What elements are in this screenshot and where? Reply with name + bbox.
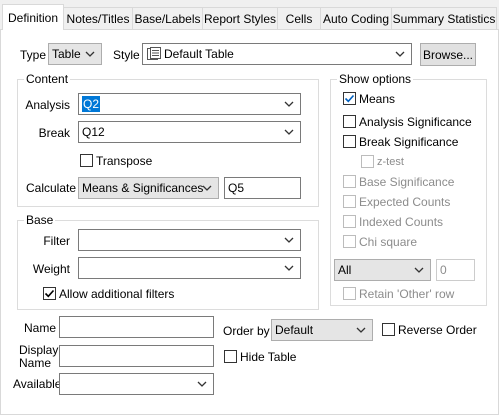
tab-label: Auto Coding (322, 11, 390, 26)
analysis-significance-checkbox[interactable] (343, 115, 356, 128)
style-label: Style (113, 48, 140, 62)
expected-counts-label: Expected Counts (359, 195, 451, 209)
show-options-title: Show options (337, 72, 414, 86)
base-significance-checkbox[interactable] (343, 175, 356, 188)
reverse-order-label: Reverse Order (398, 323, 477, 337)
type-label: Type (20, 48, 47, 62)
chevron-down-icon (395, 51, 405, 57)
reverse-order-checkbox[interactable] (382, 323, 395, 336)
hide-table-label: Hide Table (240, 350, 297, 364)
ztest-checkbox[interactable] (361, 155, 374, 168)
calculate-value: Means & Significances (82, 181, 204, 195)
order-by-value: Default (275, 323, 314, 337)
tab-report-styles[interactable]: Report Styles (202, 7, 278, 29)
allow-filters-label: Allow additional filters (59, 287, 175, 301)
means-checkbox[interactable] (343, 92, 356, 105)
tab-base-labels[interactable]: Base/Labels (132, 7, 203, 29)
filter-select[interactable] (78, 229, 301, 251)
calculate-select[interactable]: Means & Significances (78, 177, 219, 199)
chi-square-checkbox[interactable] (343, 235, 356, 248)
transpose-checkbox[interactable] (80, 154, 93, 167)
tab-auto-coding[interactable]: Auto Coding (320, 7, 392, 29)
analysis-significance-label: Analysis Significance (359, 115, 472, 129)
weight-select[interactable] (78, 257, 301, 279)
browse-button[interactable]: Browse... (420, 43, 476, 66)
tab-label: Base/Labels (134, 11, 201, 26)
all-value: All (338, 263, 352, 277)
chevron-down-icon (284, 101, 294, 107)
order-by-label: Order by (223, 324, 270, 338)
break-significance-checkbox[interactable] (343, 135, 356, 148)
tab-definition[interactable]: Definition (2, 4, 64, 30)
retain-other-checkbox[interactable] (343, 287, 356, 300)
tab-strip: Definition Notes/Titles Base/Labels Repo… (0, 0, 499, 30)
available-select[interactable] (59, 373, 214, 395)
table-style-icon (147, 47, 161, 60)
name-label: Name (24, 321, 57, 335)
break-select[interactable]: Q12 (78, 121, 301, 143)
checkmark-icon (44, 289, 55, 298)
tab-label: Report Styles (203, 11, 277, 26)
tab-summary-statistics[interactable]: Summary Statistics (391, 7, 497, 29)
chevron-down-icon (85, 51, 95, 57)
chi-square-label: Chi square (359, 235, 418, 249)
means-label: Means (359, 92, 396, 106)
content-group-title: Content (24, 72, 71, 86)
analysis-label: Analysis (25, 98, 70, 112)
base-significance-label: Base Significance (359, 175, 455, 189)
break-significance-label: Break Significance (359, 135, 459, 149)
count-input[interactable]: 0 (436, 259, 475, 281)
calculate-variable-input[interactable]: Q5 (224, 177, 301, 199)
break-label: Break (38, 126, 70, 140)
calculate-label: Calculate (26, 181, 77, 195)
available-label: Available (13, 377, 62, 391)
tab-label: Definition (7, 10, 59, 25)
chevron-down-icon (284, 265, 294, 271)
type-select[interactable]: Table (48, 43, 102, 65)
display-name-input[interactable] (59, 345, 214, 367)
order-by-select[interactable]: Default (271, 319, 373, 341)
checkmark-icon (344, 94, 355, 103)
analysis-value: Q2 (82, 96, 101, 112)
filter-label: Filter (43, 234, 70, 248)
chevron-down-icon (284, 237, 294, 243)
name-input[interactable] (59, 316, 214, 338)
chevron-down-icon (284, 129, 294, 135)
break-value: Q12 (82, 125, 105, 139)
tab-label: Notes/Titles (66, 11, 130, 26)
expected-counts-checkbox[interactable] (343, 195, 356, 208)
base-group-title: Base (24, 213, 56, 227)
chevron-down-icon (356, 327, 366, 333)
display-name-label: Display Name (19, 343, 59, 370)
chevron-down-icon (414, 267, 424, 273)
all-select[interactable]: All (334, 259, 431, 281)
transpose-label: Transpose (96, 154, 153, 168)
indexed-counts-label: Indexed Counts (359, 215, 444, 229)
tab-label: Cells (285, 11, 313, 26)
style-select[interactable]: Default Table (142, 43, 412, 65)
type-value: Table (52, 47, 81, 61)
tab-label: Summary Statistics (392, 11, 496, 26)
chevron-down-icon (202, 185, 212, 191)
allow-filters-checkbox[interactable] (43, 287, 56, 300)
retain-other-label: Retain 'Other' row (359, 287, 455, 301)
chevron-down-icon (197, 381, 207, 387)
weight-label: Weight (32, 262, 70, 276)
style-value: Default Table (164, 47, 234, 61)
hide-table-checkbox[interactable] (224, 350, 237, 363)
ztest-label: z-test (377, 156, 404, 168)
analysis-select[interactable]: Q2 (78, 93, 301, 115)
tab-cells[interactable]: Cells (277, 7, 321, 29)
tab-notes-titles[interactable]: Notes/Titles (63, 7, 133, 29)
indexed-counts-checkbox[interactable] (343, 215, 356, 228)
